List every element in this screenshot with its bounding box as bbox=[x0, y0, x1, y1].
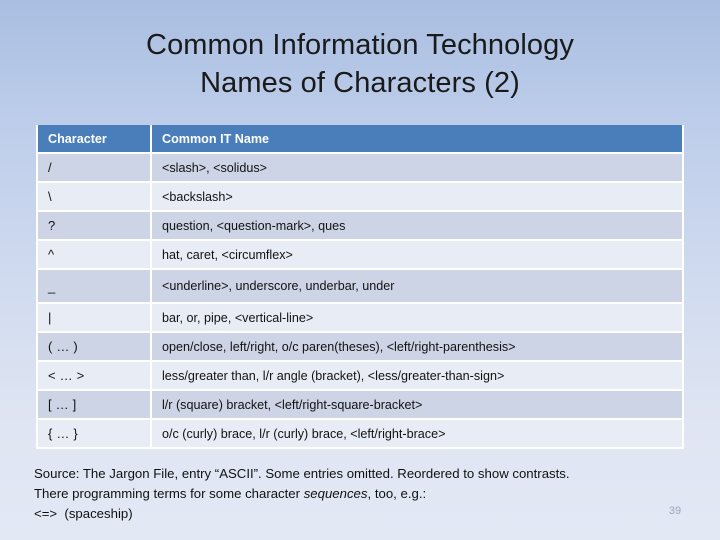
cell-character: | bbox=[36, 303, 152, 333]
slide-canvas: Common Information Technology Names of C… bbox=[0, 0, 720, 540]
cell-character: ( … ) bbox=[36, 332, 152, 362]
source-note-line-1: Source: The Jargon File, entry “ASCII”. … bbox=[34, 466, 570, 481]
cell-name: o/c (curly) brace, l/r (curly) brace, <l… bbox=[150, 419, 684, 449]
cell-character: { … } bbox=[36, 419, 152, 449]
cell-name: <backslash> bbox=[150, 182, 684, 212]
cell-name: <slash>, <solidus> bbox=[150, 153, 684, 183]
cell-name: hat, caret, <circumflex> bbox=[150, 240, 684, 270]
cell-character: ? bbox=[36, 211, 152, 241]
character-names-table-wrapper: Character Common IT Name / <slash>, <sol… bbox=[36, 125, 684, 449]
title-line-2: Names of Characters (2) bbox=[200, 67, 520, 99]
title-line-1: Common Information Technology bbox=[146, 29, 574, 61]
cell-name: less/greater than, l/r angle (bracket), … bbox=[150, 361, 684, 391]
cell-name: question, <question-mark>, ques bbox=[150, 211, 684, 241]
table-row: / <slash>, <solidus> bbox=[36, 153, 684, 183]
table-row: | bar, or, pipe, <vertical-line> bbox=[36, 303, 684, 333]
cell-name: bar, or, pipe, <vertical-line> bbox=[150, 303, 684, 333]
slide-number: 39 bbox=[668, 505, 682, 517]
cell-character: _ bbox=[36, 269, 152, 304]
source-note-line-2-prefix: There programming terms for some charact… bbox=[34, 486, 304, 501]
table-row: < … > less/greater than, l/r angle (brac… bbox=[36, 361, 684, 391]
source-note-emphasis: sequences bbox=[303, 486, 368, 501]
cell-name: open/close, left/right, o/c paren(theses… bbox=[150, 332, 684, 362]
table-row: \ <backslash> bbox=[36, 182, 684, 212]
character-names-table: Character Common IT Name / <slash>, <sol… bbox=[36, 125, 684, 449]
cell-character: ^ bbox=[36, 240, 152, 270]
table-row: ^ hat, caret, <circumflex> bbox=[36, 240, 684, 270]
table-header-row: Character Common IT Name bbox=[36, 125, 684, 154]
source-note: Source: The Jargon File, entry “ASCII”. … bbox=[34, 464, 694, 524]
source-note-line-2-suffix: , too, e.g.: bbox=[367, 486, 427, 501]
page-title: Common Information Technology Names of C… bbox=[36, 26, 684, 102]
cell-character: \ bbox=[36, 182, 152, 212]
cell-character: < … > bbox=[36, 361, 152, 391]
cell-character: / bbox=[36, 153, 152, 183]
table-row: _ <underline>, underscore, underbar, und… bbox=[36, 269, 684, 304]
source-note-line-2: There programming terms for some charact… bbox=[34, 484, 694, 504]
table-row: ( … ) open/close, left/right, o/c paren(… bbox=[36, 332, 684, 362]
cell-name: l/r (square) bracket, <left/right-square… bbox=[150, 390, 684, 420]
source-note-line-3: <=> (spaceship) bbox=[34, 506, 133, 521]
column-header-character: Character bbox=[36, 125, 152, 154]
cell-name: <underline>, underscore, underbar, under bbox=[150, 269, 684, 304]
table-row: ? question, <question-mark>, ques bbox=[36, 211, 684, 241]
table-row: [ … ] l/r (square) bracket, <left/right-… bbox=[36, 390, 684, 420]
table-row: { … } o/c (curly) brace, l/r (curly) bra… bbox=[36, 419, 684, 449]
cell-character: [ … ] bbox=[36, 390, 152, 420]
column-header-common-it-name: Common IT Name bbox=[150, 125, 684, 154]
